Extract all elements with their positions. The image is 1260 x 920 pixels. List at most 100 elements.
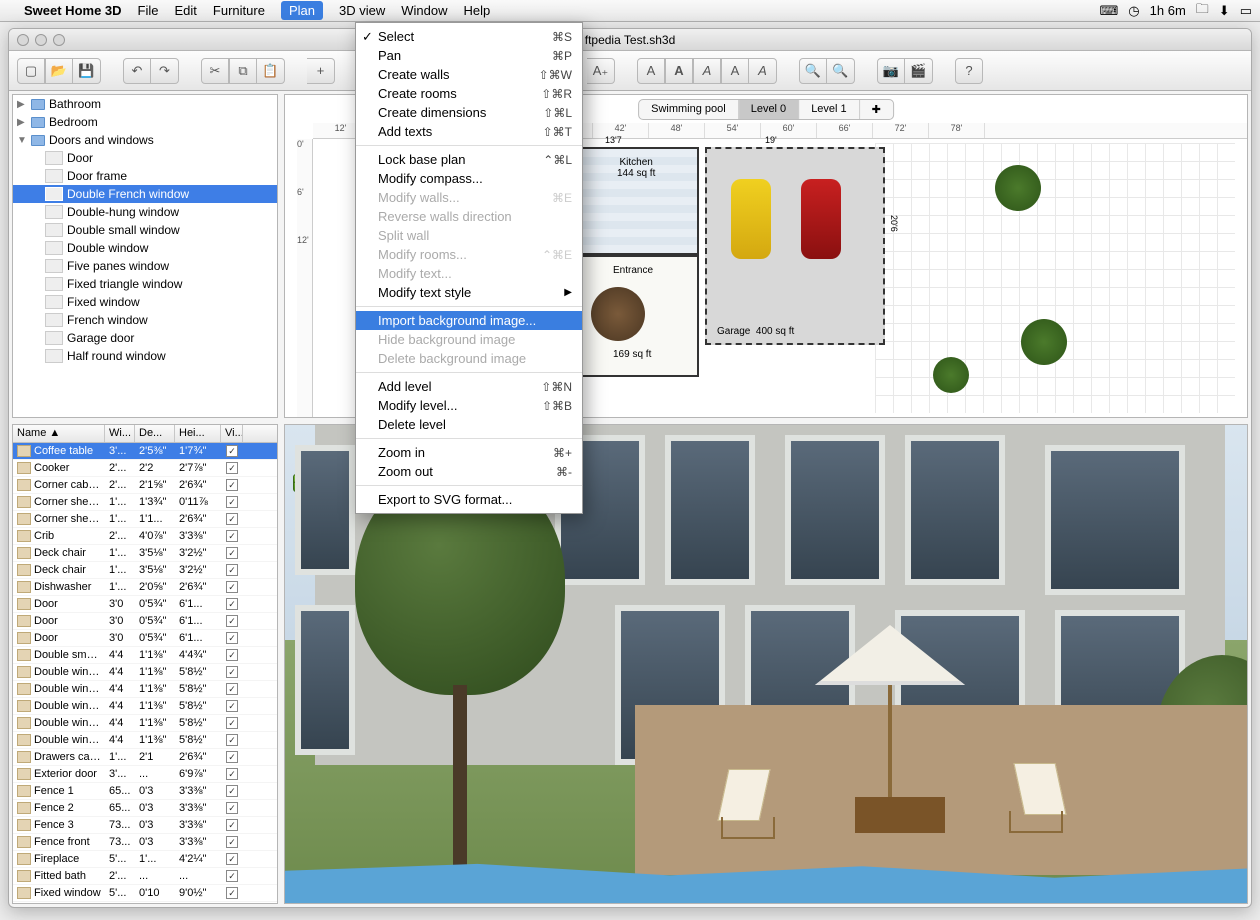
- visible-checkbox[interactable]: ✓: [226, 581, 238, 593]
- add-height-button[interactable]: A₊: [587, 58, 615, 84]
- catalog-item[interactable]: Five panes window: [13, 257, 277, 275]
- help-button[interactable]: ?: [955, 58, 983, 84]
- table-row[interactable]: Fixed window5'...0'109'0½"✓: [13, 885, 277, 902]
- menu-window[interactable]: Window: [401, 3, 447, 18]
- table-row[interactable]: Crib2'...4'0⅞"3'3⅜"✓: [13, 528, 277, 545]
- car-red[interactable]: [801, 179, 841, 259]
- menu-file[interactable]: File: [138, 3, 159, 18]
- visible-checkbox[interactable]: ✓: [226, 615, 238, 627]
- catalog-item[interactable]: French window: [13, 311, 277, 329]
- catalog-item[interactable]: Double-hung window: [13, 203, 277, 221]
- table-row[interactable]: Fence 165...0'33'3⅜"✓: [13, 783, 277, 800]
- table-row[interactable]: Dishwasher1'...2'0⅝"2'6¾"✓: [13, 579, 277, 596]
- terminal-icon[interactable]: ⌨: [1100, 3, 1119, 19]
- table-row[interactable]: Fence 265...0'33'3⅜"✓: [13, 800, 277, 817]
- catalog-item[interactable]: Fixed triangle window: [13, 275, 277, 293]
- text-bold-button[interactable]: A: [637, 58, 665, 84]
- folder-icon[interactable]: 🗀: [1196, 0, 1209, 22]
- visible-checkbox[interactable]: ✓: [226, 547, 238, 559]
- catalog-item[interactable]: Double small window: [13, 221, 277, 239]
- undo-button[interactable]: ↶: [123, 58, 151, 84]
- entrance-room[interactable]: Entrance 169 sq ft: [581, 255, 699, 377]
- close-icon[interactable]: [17, 34, 29, 46]
- bush-icon[interactable]: [933, 357, 969, 393]
- catalog-folder[interactable]: ▼Doors and windows: [13, 131, 277, 149]
- col-name[interactable]: Name ▲: [13, 425, 105, 442]
- catalog-item[interactable]: Garage door: [13, 329, 277, 347]
- visible-checkbox[interactable]: ✓: [226, 819, 238, 831]
- garage-room[interactable]: Garage 400 sq ft: [705, 147, 885, 345]
- table-row[interactable]: Corner cabinet2'...2'1⅝"2'6¾"✓: [13, 477, 277, 494]
- visible-checkbox[interactable]: ✓: [226, 768, 238, 780]
- menu-item[interactable]: Import background image...: [356, 311, 582, 330]
- visible-checkbox[interactable]: ✓: [226, 785, 238, 797]
- table-row[interactable]: Corner shelves1'...1'1...2'6¾"✓: [13, 511, 277, 528]
- catalog-pane[interactable]: ▶Bathroom▶Bedroom▼Doors and windowsDoorD…: [12, 94, 278, 418]
- tab-swimming-pool[interactable]: Swimming pool: [639, 100, 739, 119]
- tab-level-1[interactable]: Level 1: [799, 100, 859, 119]
- photo-button[interactable]: 📷: [877, 58, 905, 84]
- visible-checkbox[interactable]: ✓: [226, 751, 238, 763]
- visible-checkbox[interactable]: ✓: [226, 530, 238, 542]
- col-depth[interactable]: De...: [135, 425, 175, 442]
- round-table[interactable]: [591, 287, 645, 341]
- catalog-item[interactable]: Double French window: [13, 185, 277, 203]
- minimize-icon[interactable]: [35, 34, 47, 46]
- table-row[interactable]: Double window4'41'1⅜"5'8½"✓: [13, 664, 277, 681]
- table-row[interactable]: Exterior door3'......6'9⅞"✓: [13, 766, 277, 783]
- table-row[interactable]: Door3'00'5¾"6'1...✓: [13, 596, 277, 613]
- visible-checkbox[interactable]: ✓: [226, 496, 238, 508]
- car-yellow[interactable]: [731, 179, 771, 259]
- copy-button[interactable]: ⧉: [229, 58, 257, 84]
- table-row[interactable]: Double small...4'41'1⅜"4'4¾"✓: [13, 647, 277, 664]
- visible-checkbox[interactable]: ✓: [226, 870, 238, 882]
- visible-checkbox[interactable]: ✓: [226, 734, 238, 746]
- col-visible[interactable]: Vi...: [221, 425, 243, 442]
- furniture-table-pane[interactable]: Name ▲ Wi... De... Hei... Vi... Coffee t…: [12, 424, 278, 904]
- zoom-icon[interactable]: [53, 34, 65, 46]
- menu-item[interactable]: Modify level...⇧⌘B: [356, 396, 582, 415]
- menu-item[interactable]: Add level⇧⌘N: [356, 377, 582, 396]
- menu-plan[interactable]: Plan: [281, 1, 323, 20]
- save-button[interactable]: 💾: [73, 58, 101, 84]
- menu-item[interactable]: ✓Select⌘S: [356, 27, 582, 46]
- menu-item[interactable]: Delete level: [356, 415, 582, 434]
- visible-checkbox[interactable]: ✓: [226, 853, 238, 865]
- table-row[interactable]: Door3'00'5¾"6'1...✓: [13, 613, 277, 630]
- table-row[interactable]: Corner shelf...1'...1'3¾"0'11⅞✓: [13, 494, 277, 511]
- visible-checkbox[interactable]: ✓: [226, 717, 238, 729]
- catalog-item[interactable]: Half round window: [13, 347, 277, 365]
- table-row[interactable]: Fireplace5'...1'...4'2¼"✓: [13, 851, 277, 868]
- menu-item[interactable]: Modify compass...: [356, 169, 582, 188]
- menu-item[interactable]: Create dimensions⇧⌘L: [356, 103, 582, 122]
- menu-item[interactable]: Lock base plan⌃⌘L: [356, 150, 582, 169]
- bush-icon[interactable]: [1021, 319, 1067, 365]
- video-button[interactable]: 🎬: [905, 58, 933, 84]
- menu-3dview[interactable]: 3D view: [339, 3, 385, 18]
- visible-checkbox[interactable]: ✓: [226, 683, 238, 695]
- menu-item[interactable]: Pan⌘P: [356, 46, 582, 65]
- table-row[interactable]: Fitted bath2'.........✓: [13, 868, 277, 885]
- app-name[interactable]: Sweet Home 3D: [24, 3, 122, 18]
- add-furniture-button[interactable]: +: [307, 58, 335, 84]
- text-color-button[interactable]: A: [749, 58, 777, 84]
- bush-icon[interactable]: [995, 165, 1041, 211]
- table-row[interactable]: Drawers cabi...1'...2'12'6¾"✓: [13, 749, 277, 766]
- add-level-button[interactable]: ✚: [860, 100, 893, 119]
- table-row[interactable]: Fence front73...0'33'3⅜"✓: [13, 834, 277, 851]
- catalog-folder[interactable]: ▶Bedroom: [13, 113, 277, 131]
- table-row[interactable]: Fence 373...0'33'3⅜"✓: [13, 817, 277, 834]
- download-icon[interactable]: ⬇: [1219, 3, 1230, 19]
- menu-item[interactable]: Add texts⇧⌘T: [356, 122, 582, 141]
- table-row[interactable]: Fixed window5'...0'109'0½"✓: [13, 902, 277, 904]
- table-row[interactable]: Double window4'41'1⅜"5'8½"✓: [13, 681, 277, 698]
- table-row[interactable]: Double window4'41'1⅜"5'8½"✓: [13, 698, 277, 715]
- visible-checkbox[interactable]: ✓: [226, 445, 238, 457]
- table-row[interactable]: Cooker2'...2'22'7⅞"✓: [13, 460, 277, 477]
- visible-checkbox[interactable]: ✓: [226, 666, 238, 678]
- col-width[interactable]: Wi...: [105, 425, 135, 442]
- menu-item[interactable]: Zoom in⌘+: [356, 443, 582, 462]
- furniture-header[interactable]: Name ▲ Wi... De... Hei... Vi...: [13, 425, 277, 443]
- menu-item[interactable]: Modify text style▶: [356, 283, 582, 302]
- display-icon[interactable]: ▭: [1240, 3, 1252, 19]
